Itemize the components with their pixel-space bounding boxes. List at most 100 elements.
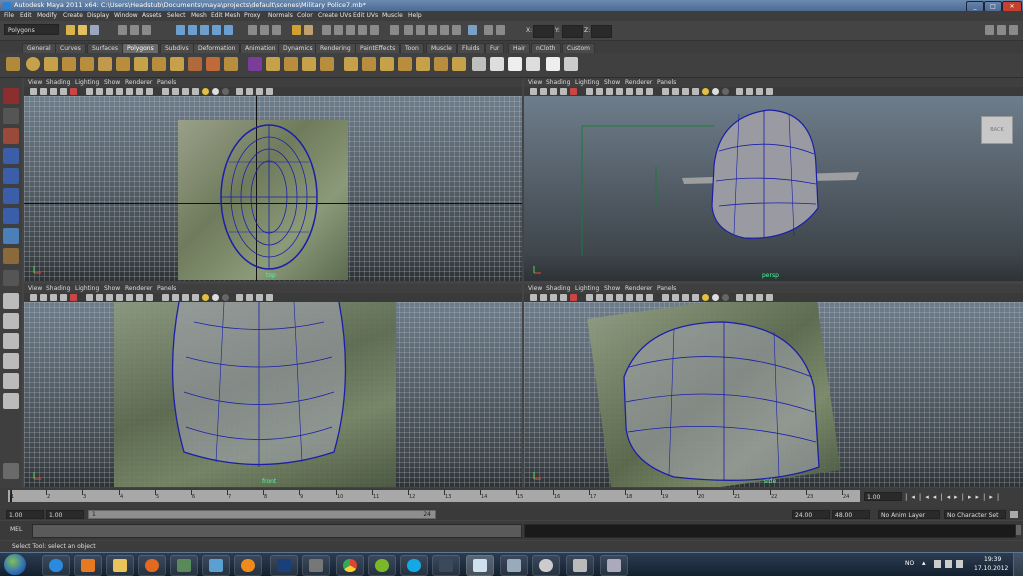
wireframe-icon[interactable]	[162, 294, 169, 301]
x-field[interactable]	[533, 25, 554, 38]
time-slider[interactable]: 1 2 3 4 5 6 7 8 9 10 11 12 13 14 15 16 17 18 19 20 21 22 23 24 …	[0, 488, 1023, 508]
clock-date[interactable]: 17.10.2012	[974, 565, 1008, 572]
backface-cull-icon[interactable]	[266, 294, 273, 301]
poly-sphere-icon[interactable]	[26, 57, 40, 71]
panel-menu-view[interactable]: View	[528, 285, 542, 292]
combine-icon[interactable]	[188, 57, 202, 71]
start-button[interactable]	[4, 554, 26, 575]
absolute-transform-icon[interactable]	[428, 25, 437, 35]
batch-render-icon[interactable]	[358, 25, 367, 35]
flag-icon[interactable]	[956, 560, 963, 568]
render-settings-icon[interactable]	[322, 25, 331, 35]
transform-constraint-icon[interactable]	[468, 25, 477, 35]
panel-menu-renderer[interactable]: Renderer	[625, 79, 652, 86]
viewport-top[interactable]: top	[24, 96, 522, 281]
scale-tool-icon[interactable]	[3, 188, 19, 204]
poly-pyramid-icon[interactable]	[152, 57, 166, 71]
sculpt-icon[interactable]	[434, 57, 448, 71]
step-forward-key-icon[interactable]: ▸|	[976, 493, 990, 501]
persp-graph-layout-icon[interactable]	[3, 353, 19, 369]
paint-select-icon[interactable]	[3, 128, 19, 144]
hq-render-icon[interactable]	[222, 294, 229, 301]
poly-prism-icon[interactable]	[134, 57, 148, 71]
poly-torus-icon[interactable]	[116, 57, 130, 71]
panel-menu-panels[interactable]: Panels	[657, 285, 676, 292]
checker-2-icon[interactable]	[508, 57, 522, 71]
relative-transform-icon[interactable]	[416, 25, 425, 35]
open-scene-icon[interactable]	[78, 25, 87, 35]
step-forward-frame-icon[interactable]: |▸	[962, 493, 976, 501]
xray-icon[interactable]	[236, 294, 243, 301]
poly-pipe-icon[interactable]	[170, 57, 184, 71]
taskbar-chrome[interactable]	[336, 555, 364, 576]
view-cube[interactable]: BACK	[981, 116, 1013, 144]
character-set-dropdown[interactable]: No Character Set	[944, 510, 1006, 519]
network-icon[interactable]	[934, 560, 941, 568]
xray-icon[interactable]	[736, 294, 743, 301]
backface-cull-icon[interactable]	[766, 88, 773, 95]
anim-layer-dropdown[interactable]: No Anim Layer	[878, 510, 940, 519]
viewport-side[interactable]: side	[524, 302, 1023, 487]
smooth-shade-icon[interactable]	[672, 294, 679, 301]
auto-key-icon[interactable]	[1010, 511, 1018, 518]
menu-assets[interactable]: Assets	[142, 12, 162, 19]
lights-icon[interactable]	[202, 88, 209, 95]
move-tool-icon[interactable]	[3, 148, 19, 164]
image-plane-icon[interactable]	[560, 294, 567, 301]
camera-attr-icon[interactable]	[540, 294, 547, 301]
default-lighting-icon[interactable]	[682, 88, 689, 95]
menu-file[interactable]: File	[4, 12, 14, 19]
tab-subdivs[interactable]: Subdivs	[160, 43, 194, 53]
tab-fur[interactable]: Fur	[485, 43, 505, 53]
volume-icon[interactable]	[945, 560, 952, 568]
safe-action-icon[interactable]	[136, 88, 143, 95]
wireframe-icon[interactable]	[662, 294, 669, 301]
bridge-icon[interactable]	[284, 57, 298, 71]
resolution-gate-icon[interactable]	[106, 294, 113, 301]
safe-action-icon[interactable]	[636, 294, 643, 301]
snap-toggle-icon[interactable]	[484, 25, 493, 35]
taskbar-window[interactable]	[500, 555, 528, 576]
film-gate-icon[interactable]	[596, 294, 603, 301]
panel-menu-view[interactable]: View	[28, 285, 42, 292]
2d-pan-icon[interactable]	[570, 294, 577, 301]
universal-manip-icon[interactable]	[3, 208, 19, 224]
script-editor-icon[interactable]	[1016, 525, 1021, 535]
taskbar-skype[interactable]	[400, 555, 428, 576]
panel-top[interactable]: View Shading Lighting Show Renderer Pane…	[24, 78, 522, 281]
backface-cull-icon[interactable]	[766, 294, 773, 301]
resolution-gate-icon[interactable]	[106, 88, 113, 95]
isolate-select-icon[interactable]	[246, 88, 253, 95]
ipr-render-icon[interactable]	[304, 25, 313, 35]
construction-history-icon[interactable]	[272, 25, 281, 35]
hq-render-icon[interactable]	[722, 88, 729, 95]
menu-proxy[interactable]: Proxy	[244, 12, 260, 19]
taskbar-app-16[interactable]	[532, 555, 560, 576]
camera-icon[interactable]	[530, 88, 537, 95]
panel-menu-panels[interactable]: Panels	[157, 79, 176, 86]
panel-menu-view[interactable]: View	[28, 79, 42, 86]
mel-label[interactable]: MEL	[10, 526, 22, 533]
2d-pan-icon[interactable]	[570, 88, 577, 95]
tab-hair[interactable]: Hair	[508, 43, 531, 53]
playback-start-field[interactable]: 1.00	[46, 510, 84, 519]
collapse-icon[interactable]	[416, 57, 430, 71]
last-tool-icon[interactable]	[3, 270, 19, 286]
current-frame-field[interactable]: 1.00	[864, 492, 902, 501]
hq-render-icon[interactable]	[722, 294, 729, 301]
playback-end-field[interactable]: 24.00	[792, 510, 830, 519]
film-gate-icon[interactable]	[596, 88, 603, 95]
show-desktop-button[interactable]	[1013, 553, 1023, 576]
lasso-tool-icon[interactable]	[3, 108, 19, 124]
lights-icon[interactable]	[702, 294, 709, 301]
poly-cube-icon[interactable]	[44, 57, 58, 71]
menu-edit-mesh[interactable]: Edit Mesh	[211, 12, 240, 19]
safe-title-icon[interactable]	[146, 294, 153, 301]
z-field[interactable]	[591, 25, 612, 38]
bookmark-icon[interactable]	[550, 294, 557, 301]
tab-deformation[interactable]: Deformation	[193, 43, 241, 53]
shadows-icon[interactable]	[212, 294, 219, 301]
taskbar-ie[interactable]	[42, 555, 70, 576]
2d-pan-icon[interactable]	[70, 88, 77, 95]
safe-action-icon[interactable]	[136, 294, 143, 301]
